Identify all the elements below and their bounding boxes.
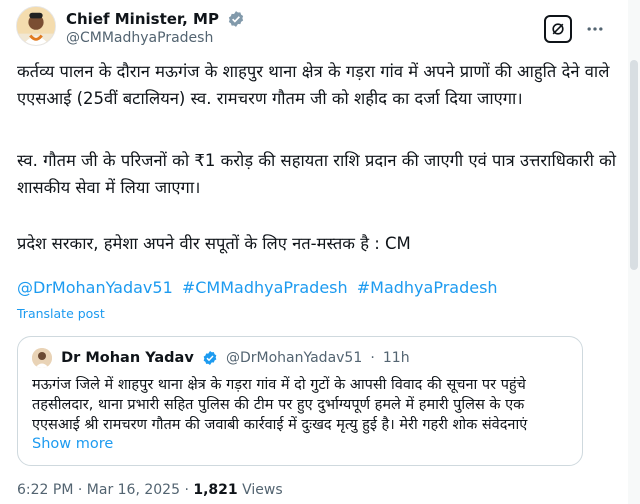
mention-link[interactable]: @DrMohanYadav51: [17, 278, 173, 297]
separator-dot: ·: [184, 482, 189, 498]
tweet-header: Chief Minister, MP @CMMadhyaPradesh: [16, 6, 616, 50]
author-avatar[interactable]: [16, 6, 56, 46]
quoted-author-name: Dr Mohan Yadav: [61, 349, 194, 366]
scrollbar-thumb[interactable]: [630, 60, 638, 270]
tweet-paragraph-1: कर्तव्य पालन के दौरान मऊगंज के शाहपुर था…: [17, 62, 610, 108]
quoted-tweet[interactable]: Dr Mohan Yadav @DrMohanYadav51 · 11h मऊग…: [17, 336, 583, 466]
page-scrollbar[interactable]: [628, 0, 640, 504]
quoted-tweet-header: Dr Mohan Yadav @DrMohanYadav51 · 11h: [32, 347, 410, 369]
views-count: 1,821: [193, 482, 238, 498]
tweet-paragraph-3: प्रदेश सरकार, हमेशा अपने वीर सपूतों के ल…: [17, 234, 411, 253]
quoted-tweet-age: 11h: [382, 349, 410, 366]
more-options-icon[interactable]: [582, 16, 608, 42]
separator-dot: ·: [370, 349, 375, 366]
grok-icon[interactable]: [544, 15, 572, 43]
author-display-name[interactable]: Chief Minister, MP: [66, 10, 219, 28]
hashtag-link[interactable]: #CMMadhyaPradesh: [182, 278, 348, 297]
verified-badge-icon: [227, 10, 245, 28]
tweet-paragraph-2: स्व. गौतम जी के परिजनों को ₹1 करोड़ की स…: [17, 151, 617, 197]
hashtag-link[interactable]: #MadhyaPradesh: [357, 278, 498, 297]
quoted-tweet-text: मऊगंज जिले में शाहपुर थाना क्षेत्र के गड…: [32, 377, 528, 433]
views-label: Views: [242, 482, 283, 498]
quoted-author-handle: @DrMohanYadav51: [225, 349, 363, 366]
show-more-link[interactable]: Show more: [32, 436, 113, 452]
tweet-date[interactable]: Mar 16, 2025: [87, 482, 180, 498]
quoted-author-avatar[interactable]: [32, 347, 52, 368]
translate-post-link[interactable]: Translate post: [17, 306, 105, 321]
verified-badge-icon: [202, 350, 218, 366]
tweet-time[interactable]: 6:22 PM: [17, 482, 73, 498]
author-names: Chief Minister, MP @CMMadhyaPradesh: [66, 8, 245, 46]
tweet-card: Chief Minister, MP @CMMadhyaPradesh कर्त…: [0, 0, 626, 504]
tweet-hashtags: @DrMohanYadav51 #CMMadhyaPradesh #Madhya…: [17, 278, 502, 297]
author-handle[interactable]: @CMMadhyaPradesh: [66, 30, 245, 46]
tweet-meta: 6:22 PM · Mar 16, 2025 · 1,821 Views: [17, 482, 283, 498]
separator-dot: ·: [77, 482, 83, 498]
